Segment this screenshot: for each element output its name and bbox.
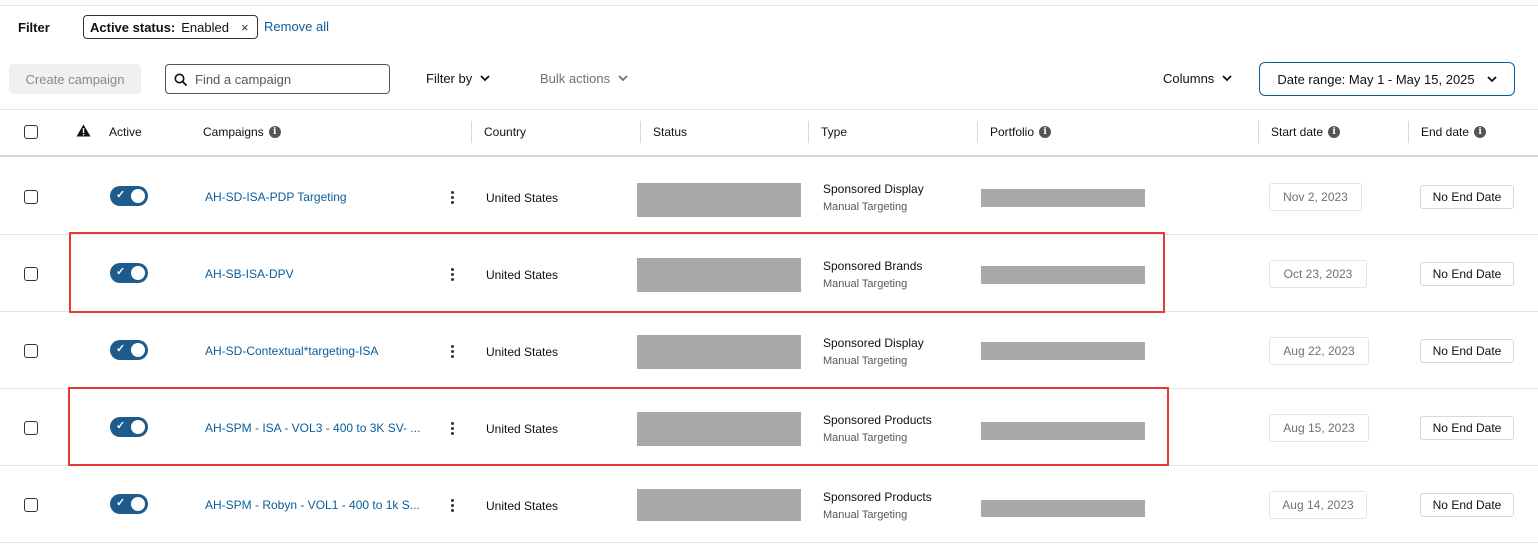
toggle-knob bbox=[131, 189, 145, 203]
col-status[interactable]: Status bbox=[653, 125, 687, 139]
start-date-field[interactable]: Nov 2, 2023 bbox=[1269, 183, 1362, 211]
bulk-actions-dropdown[interactable]: Bulk actions bbox=[540, 71, 628, 86]
country-cell: United States bbox=[486, 345, 559, 359]
info-icon[interactable]: i bbox=[1328, 126, 1341, 138]
targeting-type: Manual Targeting bbox=[823, 201, 908, 213]
check-icon: ✓ bbox=[116, 189, 126, 201]
columns-dropdown[interactable]: Columns bbox=[1163, 71, 1232, 86]
campaign-type: Sponsored Products bbox=[823, 490, 932, 504]
search-input[interactable] bbox=[193, 70, 377, 88]
search-icon bbox=[174, 73, 187, 86]
date-range-label: Date range: May 1 - May 15, 2025 bbox=[1277, 71, 1475, 87]
col-start-date[interactable]: Start date i bbox=[1271, 125, 1341, 139]
top-divider bbox=[0, 5, 1538, 6]
col-campaigns[interactable]: Campaigns i bbox=[203, 125, 281, 139]
active-toggle[interactable]: ✓ bbox=[110, 340, 148, 360]
column-divider bbox=[1408, 121, 1409, 143]
row-divider bbox=[0, 542, 1538, 543]
col-country[interactable]: Country bbox=[484, 125, 526, 139]
country-cell: United States bbox=[486, 191, 559, 205]
status-redacted bbox=[637, 183, 801, 217]
active-toggle[interactable]: ✓ bbox=[110, 494, 148, 514]
row-checkbox[interactable] bbox=[24, 498, 38, 512]
toggle-knob bbox=[131, 497, 145, 511]
campaign-name-link[interactable]: AH-SD-Contextual*targeting-ISA bbox=[205, 344, 427, 358]
check-icon: ✓ bbox=[116, 497, 126, 509]
start-date-field[interactable]: Oct 23, 2023 bbox=[1269, 260, 1367, 288]
more-options-icon[interactable] bbox=[451, 191, 455, 206]
col-start-date-label: Start date bbox=[1271, 125, 1324, 139]
chevron-down-icon bbox=[480, 75, 490, 82]
warning-icon bbox=[76, 124, 91, 137]
active-status-filter-chip[interactable]: Active status: Enabled × bbox=[83, 15, 258, 39]
date-range-button[interactable]: Date range: May 1 - May 15, 2025 bbox=[1259, 62, 1515, 96]
campaign-type: Sponsored Display bbox=[823, 336, 924, 350]
status-redacted bbox=[637, 489, 801, 521]
end-date-field[interactable]: No End Date bbox=[1420, 339, 1514, 363]
start-date-field[interactable]: Aug 14, 2023 bbox=[1269, 491, 1367, 519]
more-options-icon[interactable] bbox=[451, 345, 455, 360]
portfolio-redacted bbox=[981, 342, 1145, 360]
portfolio-redacted bbox=[981, 189, 1145, 207]
col-end-date[interactable]: End date i bbox=[1421, 125, 1487, 139]
filter-label: Filter bbox=[18, 20, 50, 35]
start-date-field[interactable]: Aug 15, 2023 bbox=[1269, 414, 1369, 442]
col-active: Active bbox=[109, 125, 142, 139]
col-portfolio-label: Portfolio bbox=[990, 125, 1035, 139]
chevron-down-icon bbox=[1222, 75, 1232, 82]
targeting-type: Manual Targeting bbox=[823, 509, 908, 521]
start-date-field[interactable]: Aug 22, 2023 bbox=[1269, 337, 1369, 365]
bulk-actions-label: Bulk actions bbox=[540, 71, 611, 86]
highlight-box bbox=[69, 232, 1165, 313]
create-campaign-button[interactable]: Create campaign bbox=[9, 64, 141, 94]
header-bottom-divider bbox=[0, 155, 1538, 157]
highlight-box bbox=[68, 387, 1169, 466]
more-options-icon[interactable] bbox=[451, 499, 455, 514]
portfolio-redacted bbox=[981, 500, 1145, 517]
targeting-type: Manual Targeting bbox=[823, 355, 908, 367]
toggle-knob bbox=[131, 343, 145, 357]
close-icon[interactable]: × bbox=[241, 20, 249, 35]
end-date-field[interactable]: No End Date bbox=[1420, 185, 1514, 209]
campaign-search-box[interactable] bbox=[165, 64, 390, 94]
col-campaigns-label: Campaigns bbox=[203, 125, 264, 139]
country-cell: United States bbox=[486, 499, 559, 513]
column-divider bbox=[640, 121, 641, 143]
columns-label: Columns bbox=[1163, 71, 1215, 86]
active-toggle[interactable]: ✓ bbox=[110, 186, 148, 206]
info-icon[interactable]: i bbox=[1039, 126, 1052, 138]
filter-by-label: Filter by bbox=[426, 71, 473, 86]
column-divider bbox=[977, 121, 978, 143]
row-checkbox[interactable] bbox=[24, 344, 38, 358]
chevron-down-icon bbox=[618, 75, 628, 82]
campaign-name-link[interactable]: AH-SD-ISA-PDP Targeting bbox=[205, 190, 427, 204]
check-icon: ✓ bbox=[116, 343, 126, 355]
chip-key: Active status: bbox=[90, 19, 176, 35]
remove-all-link[interactable]: Remove all bbox=[264, 19, 329, 34]
header-top-divider bbox=[0, 109, 1538, 110]
end-date-field[interactable]: No End Date bbox=[1420, 493, 1514, 517]
col-end-date-label: End date bbox=[1421, 125, 1470, 139]
column-divider bbox=[471, 121, 472, 143]
chevron-down-icon bbox=[1487, 75, 1497, 82]
col-portfolio[interactable]: Portfolio i bbox=[990, 125, 1052, 139]
row-checkbox[interactable] bbox=[24, 267, 38, 281]
status-redacted bbox=[637, 335, 801, 369]
campaign-type: Sponsored Display bbox=[823, 182, 924, 196]
end-date-field[interactable]: No End Date bbox=[1420, 262, 1514, 286]
info-icon[interactable]: i bbox=[268, 126, 281, 138]
info-icon[interactable]: i bbox=[1474, 126, 1487, 138]
row-checkbox[interactable] bbox=[24, 421, 38, 435]
column-divider bbox=[808, 121, 809, 143]
chip-value: Enabled bbox=[181, 19, 229, 35]
filter-by-dropdown[interactable]: Filter by bbox=[426, 71, 490, 86]
campaign-name-link[interactable]: AH-SPM - Robyn - VOL1 - 400 to 1k S... bbox=[205, 498, 427, 512]
col-type[interactable]: Type bbox=[821, 125, 847, 139]
row-checkbox[interactable] bbox=[24, 190, 38, 204]
end-date-field[interactable]: No End Date bbox=[1420, 416, 1514, 440]
select-all-checkbox[interactable] bbox=[24, 125, 38, 139]
column-divider bbox=[1258, 121, 1259, 143]
